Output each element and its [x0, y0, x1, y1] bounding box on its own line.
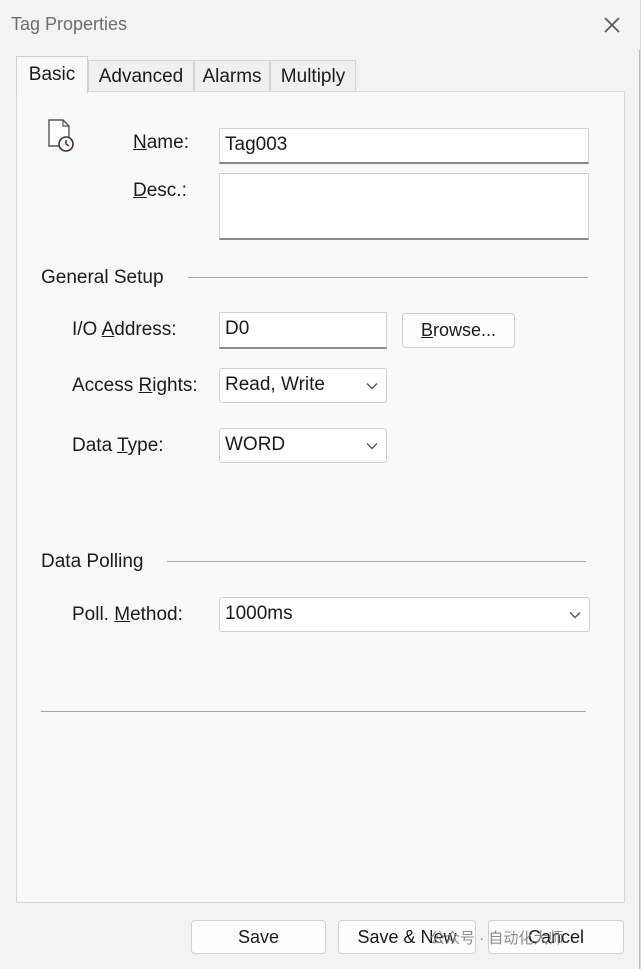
tab-alarms[interactable]: Alarms	[194, 60, 270, 91]
title-bar: Tag Properties	[0, 0, 640, 50]
tab-advanced[interactable]: Advanced	[88, 60, 194, 91]
desc-textarea[interactable]	[219, 173, 589, 240]
general-setup-divider	[188, 277, 588, 278]
tab-basic[interactable]: Basic	[16, 56, 88, 93]
window-title: Tag Properties	[11, 14, 128, 34]
name-label: Name:	[133, 132, 189, 153]
poll-method-dropdown[interactable]: 1000ms	[219, 597, 590, 632]
data-polling-divider	[167, 561, 586, 562]
access-rights-value: Read, Write	[225, 374, 325, 395]
poll-method-label: Poll. Method:	[72, 604, 183, 625]
save-button[interactable]: Save	[191, 920, 326, 954]
tag-properties-dialog: Tag Properties Basic Advanced Alarms Mul…	[0, 0, 640, 969]
data-polling-title: Data Polling	[41, 551, 144, 572]
tab-multiply[interactable]: Multiply	[270, 60, 356, 91]
io-address-field[interactable]: D0	[219, 312, 387, 349]
desc-label: Desc.:	[133, 180, 187, 201]
close-button[interactable]	[597, 10, 627, 40]
watermark: 公众号 · 自动化大师	[430, 930, 564, 947]
chevron-down-icon	[366, 443, 378, 450]
chevron-down-icon	[569, 612, 581, 619]
data-type-label: Data Type:	[72, 435, 164, 456]
io-address-label: I/O Address:	[72, 319, 177, 340]
name-field[interactable]: Tag003	[219, 128, 589, 164]
access-rights-dropdown[interactable]: Read, Write	[219, 368, 387, 403]
poll-method-value: 1000ms	[225, 603, 293, 624]
document-clock-icon	[48, 119, 74, 152]
general-setup-title: General Setup	[41, 267, 164, 288]
browse-button[interactable]: Browse...	[402, 313, 515, 348]
access-rights-label: Access Rights:	[72, 375, 198, 396]
chevron-down-icon	[366, 383, 378, 390]
close-icon	[604, 17, 620, 33]
data-type-value: WORD	[225, 434, 286, 455]
data-type-dropdown[interactable]: WORD	[219, 428, 387, 463]
bottom-divider	[41, 711, 586, 712]
